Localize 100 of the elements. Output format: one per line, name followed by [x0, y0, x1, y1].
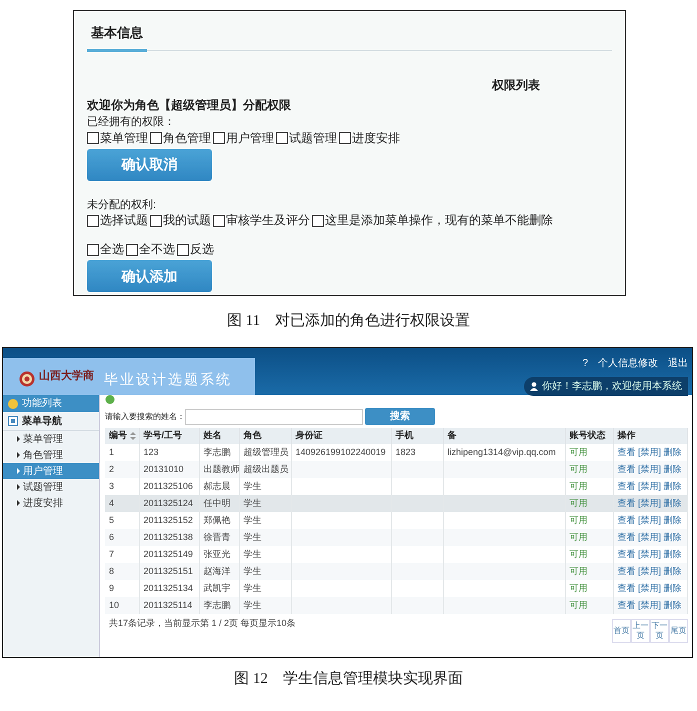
checkbox-label[interactable]: 全不选	[139, 242, 175, 257]
action-link[interactable]: 查看	[618, 446, 636, 457]
column-header-text: 编号	[109, 430, 127, 440]
table-cell: 3	[109, 480, 114, 491]
sidebar-item[interactable]: 菜单管理	[3, 431, 99, 447]
action-link[interactable]: 删除	[664, 498, 682, 508]
greeting-text: 你好！李志鹏，欢迎使用本系统	[542, 380, 682, 394]
checkbox[interactable]	[87, 214, 99, 226]
pagination-button[interactable]: 尾页	[669, 619, 688, 643]
action-link[interactable]: [禁用]	[638, 480, 662, 491]
status-text: 可用	[570, 548, 588, 559]
checkbox[interactable]	[150, 214, 162, 226]
action-link[interactable]: [禁用]	[638, 464, 662, 474]
checkbox-label[interactable]: 角色管理	[163, 130, 211, 146]
table-cell: 学生	[244, 600, 262, 610]
pagination-button[interactable]: 上一页	[631, 619, 650, 643]
circle-icon	[105, 395, 115, 404]
checkbox[interactable]	[276, 132, 288, 144]
action-link[interactable]: 查看	[618, 514, 636, 525]
action-link[interactable]: [禁用]	[638, 446, 662, 457]
action-link[interactable]: 删除	[664, 582, 682, 593]
table-cell: 2011325151	[144, 566, 193, 576]
table-cell: 赵海洋	[204, 566, 230, 576]
action-link[interactable]: [禁用]	[638, 566, 662, 576]
table-cell: 20131010	[144, 464, 184, 474]
table-cell: 学生	[244, 514, 262, 525]
checkbox-label[interactable]: 选择试题	[100, 213, 148, 228]
action-link[interactable]: 删除	[664, 548, 682, 559]
table-cell: 7	[109, 548, 114, 559]
action-link[interactable]: 查看	[618, 480, 636, 491]
action-link[interactable]: 删除	[664, 480, 682, 491]
checkbox-label[interactable]: 全选	[100, 242, 124, 257]
checkbox[interactable]	[126, 244, 138, 256]
heading: 欢迎你为角色【超级管理员】分配权限	[87, 97, 292, 114]
checkbox-label[interactable]: 反选	[190, 242, 214, 257]
column-header-text: 账号状态	[570, 430, 606, 440]
action-link[interactable]: [禁用]	[638, 548, 662, 559]
pagination-button[interactable]: 首页	[612, 619, 631, 643]
header-link[interactable]: 退出	[668, 356, 688, 371]
checkbox[interactable]	[150, 132, 162, 144]
figure-caption: 图 11 对已添加的角色进行权限设置	[226, 312, 472, 331]
action-link[interactable]: 删除	[664, 446, 682, 457]
action-link[interactable]: 查看	[618, 498, 636, 508]
sidebar-item[interactable]: 角色管理	[3, 447, 99, 463]
tab[interactable]: 基本信息	[87, 21, 147, 52]
checkbox-label[interactable]: 菜单管理	[100, 130, 148, 146]
checkbox-label[interactable]: 这里是添加菜单操作，现有的菜单不能删除	[325, 213, 553, 228]
logo-text: 山西大学商	[39, 368, 94, 384]
action-link[interactable]: 删除	[664, 514, 682, 525]
checkbox[interactable]	[213, 214, 225, 226]
sidebar-group[interactable]: 菜单导航	[3, 412, 99, 431]
checkbox[interactable]	[312, 214, 324, 226]
sidebar-item[interactable]: 试题管理	[3, 479, 99, 495]
checkbox[interactable]	[87, 132, 99, 144]
action-link[interactable]: [禁用]	[638, 498, 662, 508]
status-text: 可用	[570, 446, 588, 457]
action-link[interactable]: 查看	[618, 532, 636, 542]
confirm-cancel-button[interactable]: 确认取消	[87, 148, 212, 180]
action-link[interactable]: 删除	[664, 464, 682, 474]
sidebar-item[interactable]: 用户管理	[3, 463, 99, 479]
search-button[interactable]: 搜索	[365, 408, 435, 425]
action-link[interactable]: 删除	[664, 566, 682, 576]
pagination-button[interactable]: 下一页	[650, 619, 669, 643]
confirm-add-button[interactable]: 确认添加	[87, 260, 212, 292]
action-link[interactable]: 删除	[664, 532, 682, 542]
action-link[interactable]: [禁用]	[638, 600, 662, 610]
circle-icon	[8, 398, 18, 408]
column-header-text: 备	[448, 430, 456, 440]
table-cell: 出题教师	[204, 464, 240, 474]
status-text: 可用	[570, 514, 588, 525]
action-link[interactable]: 查看	[618, 600, 636, 610]
sidebar-item[interactable]: 进度安排	[3, 495, 99, 511]
table-cell: 5	[109, 514, 114, 525]
checkbox-label[interactable]: 审核学生及评分	[226, 213, 310, 228]
record-summary: 共17条记录，当前显示第 1 / 2页 每页显示10条	[108, 617, 296, 630]
search-field[interactable]	[185, 408, 363, 424]
checkbox[interactable]	[177, 244, 189, 256]
action-link[interactable]: 查看	[618, 566, 636, 576]
action-link[interactable]: [禁用]	[638, 532, 662, 542]
checkbox[interactable]	[339, 132, 351, 144]
checkbox-label[interactable]: 进度安排	[352, 130, 400, 146]
action-link[interactable]: [禁用]	[638, 582, 662, 593]
emblem-icon	[19, 371, 35, 388]
checkbox-label[interactable]: 用户管理	[226, 130, 274, 146]
checkbox[interactable]	[87, 244, 99, 256]
table-cell: 2011325124	[144, 498, 193, 508]
action-link[interactable]: 删除	[664, 600, 682, 610]
action-link[interactable]: 查看	[618, 582, 636, 593]
action-link[interactable]: [禁用]	[638, 514, 662, 525]
action-link[interactable]: 查看	[618, 464, 636, 474]
checkbox-label[interactable]: 我的试题	[163, 213, 211, 228]
table-cell: 2	[109, 464, 114, 474]
header-link[interactable]: 个人信息修改	[598, 356, 658, 371]
checkbox-label[interactable]: 试题管理	[289, 130, 337, 146]
action-link[interactable]: 查看	[618, 548, 636, 559]
header-link[interactable]: ?	[582, 356, 588, 371]
checkbox[interactable]	[213, 132, 225, 144]
table-cell: 8	[109, 566, 114, 576]
table-cell: 10	[109, 600, 120, 610]
table-cell: 学生	[244, 548, 262, 559]
